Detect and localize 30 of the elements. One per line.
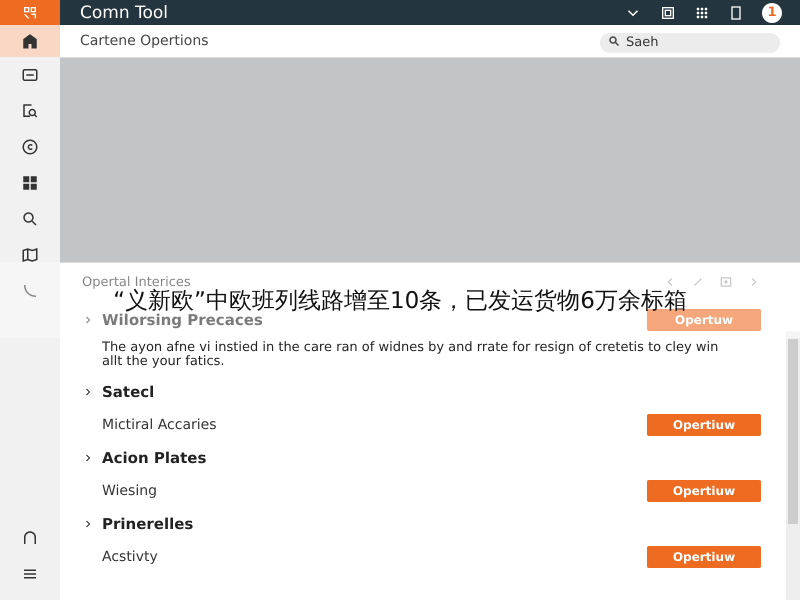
operation-button[interactable]: Opertiuw — [647, 414, 761, 436]
item-label: Acstivty — [102, 549, 159, 565]
section-title[interactable]: Prinerelles — [102, 515, 194, 533]
apps-grid-icon[interactable] — [694, 4, 710, 20]
arch-icon[interactable] — [21, 529, 39, 547]
scrollbar[interactable] — [786, 331, 800, 600]
map-icon[interactable] — [21, 246, 39, 264]
phone-icon[interactable] — [21, 282, 39, 300]
logo-icon[interactable] — [22, 4, 38, 20]
notification-badge[interactable]: 1 — [762, 2, 782, 22]
document-search-icon[interactable] — [21, 102, 39, 120]
page-title: Cartene Opertions — [80, 33, 210, 49]
panel-title: Opertal Interices — [82, 274, 191, 290]
search-icon[interactable] — [21, 210, 39, 228]
section-title[interactable]: Acion Plates — [102, 449, 206, 467]
section-description: The ayon afne vi instied in the care ran of widnes by and rrate for resign of cretetis to cley win allt the your fatics. — [101, 341, 720, 369]
section-title[interactable]: Wilorsing Precaces — [102, 311, 263, 329]
operation-button[interactable]: Opertiuw — [647, 480, 761, 502]
item-label: Wiesing — [102, 483, 158, 499]
section-title[interactable]: Satecl — [102, 383, 154, 401]
search-field[interactable]: Saeh — [600, 32, 780, 52]
app-title: Comn Tool — [80, 2, 170, 22]
operation-button[interactable]: Opertiuw — [647, 546, 761, 568]
home-icon[interactable] — [21, 32, 39, 50]
circle-icon[interactable] — [21, 138, 39, 156]
grid-icon[interactable] — [21, 174, 39, 192]
window-icon[interactable] — [660, 4, 676, 20]
sidebar-item[interactable] — [0, 25, 60, 57]
item-label: Mictiral Accaries — [102, 417, 218, 433]
window-icon[interactable] — [21, 66, 39, 84]
